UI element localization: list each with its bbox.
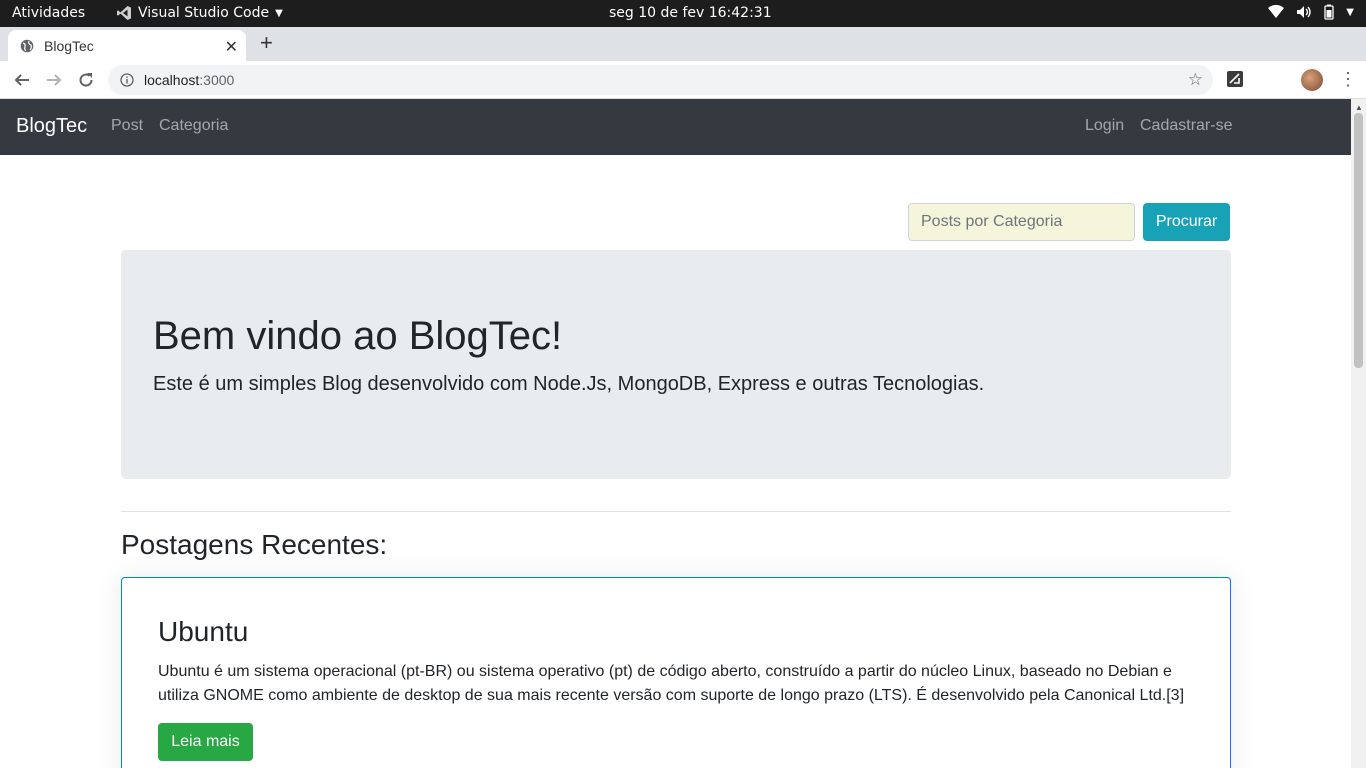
app-menu[interactable]: Visual Studio Code ▼ [116,5,283,21]
reload-button[interactable] [75,69,97,91]
activities-button[interactable]: Atividades [12,5,85,21]
search-button[interactable]: Procurar [1143,203,1230,241]
chevron-down-icon: ▼ [1346,6,1354,18]
vscode-icon [117,6,131,20]
tab-strip: BlogTec ✕ [0,27,1366,61]
system-tray[interactable]: ▼ [1268,4,1354,20]
nav-link-cadastrar[interactable]: Cadastrar-se [1140,117,1232,135]
post-excerpt: Ubuntu é um sistema operacional (pt-BR) … [158,663,1185,704]
new-tab-button[interactable]: + [260,31,273,55]
scroll-up-icon[interactable]: ▲ [1355,103,1363,112]
app-name: Visual Studio Code [138,5,270,21]
jumbotron: Bem vindo ao BlogTec! Este é um simples … [121,250,1231,479]
extension-icon[interactable] [1226,70,1244,88]
navbar-brand[interactable]: BlogTec [16,115,87,138]
globe-icon [20,39,34,52]
arrow-right-icon [47,74,62,86]
read-more-button[interactable]: Leia mais [158,723,253,761]
site-navbar: BlogTec Post Categoria Login Cadastrar-s… [0,99,1351,155]
web-page: BlogTec Post Categoria Login Cadastrar-s… [0,99,1351,768]
wifi-icon [1268,5,1285,18]
post-title: Ubuntu [158,616,249,647]
profile-avatar[interactable] [1301,69,1323,91]
browser-tab[interactable]: BlogTec ✕ [8,30,246,61]
nav-link-categoria[interactable]: Categoria [159,117,228,135]
system-top-bar: Atividades Visual Studio Code ▼ seg 10 d… [0,0,1366,27]
recent-posts-heading: Postagens Recentes: [121,529,388,560]
scrollbar-thumb[interactable] [1354,113,1363,368]
info-icon[interactable] [120,73,134,87]
tab-title: BlogTec [44,37,94,54]
url-host: localhost [144,72,200,88]
close-icon[interactable]: ✕ [225,37,238,57]
page-scrollbar[interactable]: ▲ [1351,99,1366,768]
chevron-down-icon: ▼ [275,7,283,19]
back-button[interactable] [11,69,33,91]
clock[interactable]: seg 10 de fev 16:42:31 [609,5,772,21]
nav-link-post[interactable]: Post [111,117,143,135]
post-card: Ubuntu Ubuntu é um sistema operacional (… [121,577,1231,768]
nav-link-login[interactable]: Login [1085,117,1124,135]
jumbotron-lead: Este é um simples Blog desenvolvido com … [153,373,985,395]
more-menu-icon[interactable]: ⋮ [1339,68,1357,90]
jumbotron-title: Bem vindo ao BlogTec! [153,314,563,358]
divider [121,511,1231,512]
volume-icon [1297,6,1311,18]
arrow-left-icon [14,74,29,86]
bookmark-star-icon[interactable]: ☆ [1188,70,1203,90]
forward-button[interactable] [43,69,65,91]
battery-icon [1324,4,1334,20]
category-search-input[interactable] [908,203,1135,241]
url-port: :3000 [199,72,235,88]
address-bar[interactable]: localhost:3000 ☆ [108,65,1213,95]
browser-toolbar: localhost:3000 ☆ ⋮ [0,61,1366,99]
reload-icon [79,73,93,87]
